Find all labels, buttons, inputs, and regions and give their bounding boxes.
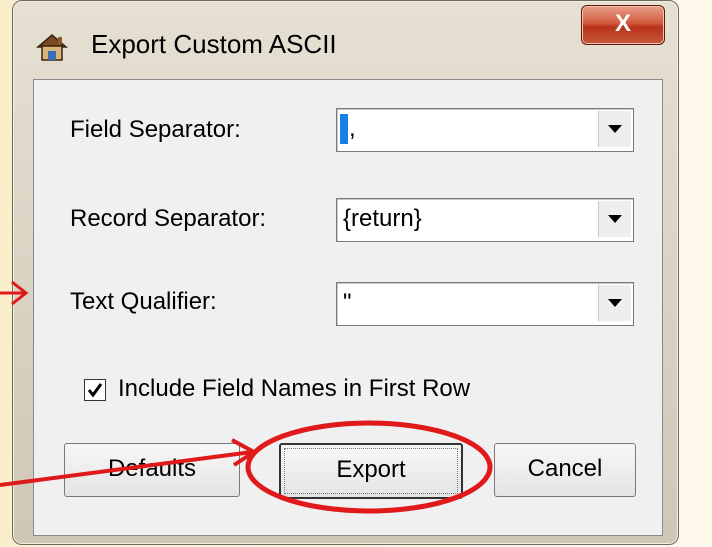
annotation-arrow-top <box>0 280 29 306</box>
annotation-overlay <box>0 280 493 514</box>
annotation-arrow-bottom <box>0 438 258 487</box>
export-highlight-ellipse <box>245 420 493 514</box>
